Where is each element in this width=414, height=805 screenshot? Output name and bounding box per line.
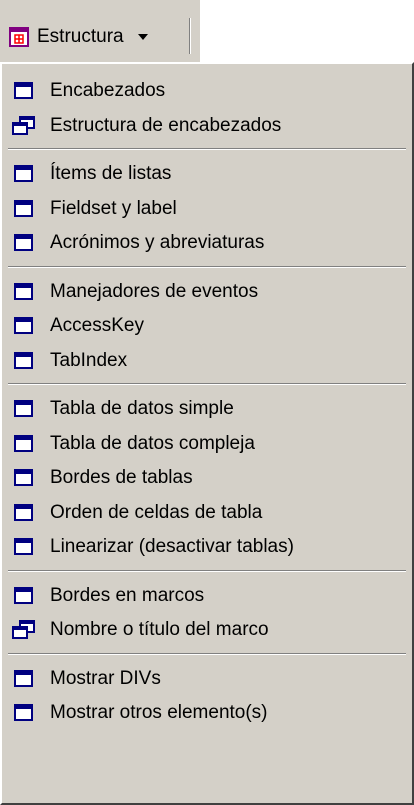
estructura-menu: Encabezados Estructura de encabezados Ítem… [0,62,414,805]
menu-item[interactable]: Acrónimos y abreviaturas [8,228,264,258]
menu-item[interactable]: Nombre o título del marco [8,615,269,645]
menu-separator [8,383,406,385]
menu-item[interactable]: Tabla de datos compleja [8,429,255,459]
menu-item-label: Fieldset y label [50,197,177,219]
window-icon [12,316,36,336]
menu-item[interactable]: AccessKey [8,311,144,341]
menu-item[interactable]: Manejadores de eventos [8,277,258,307]
toolbar: Estructura [0,0,200,62]
menu-item[interactable]: Mostrar DIVs [8,664,161,694]
menu-item-label: Mostrar DIVs [50,667,161,689]
menu-item[interactable]: Mostrar otros elemento(s) [8,698,268,728]
menu-item-label: Ítems de listas [50,163,172,184]
menu-item-label: Linearizar (desactivar tablas) [50,536,294,557]
window-icon [12,669,36,689]
menu-item-label: Encabezados [50,80,166,101]
estructura-dropdown-button[interactable]: Estructura [5,20,185,54]
menu-separator [8,148,406,150]
window-icon [12,399,36,419]
menu-separator [8,652,406,655]
window-icon [12,468,36,488]
menu-item-label: Tabla de datos compleja [50,432,255,454]
menu-item[interactable]: Encabezados [8,76,165,106]
menu-item-label: Nombre o título del marco [50,619,269,640]
cascade-windows-icon [12,620,36,640]
cascade-windows-icon [12,115,36,136]
estructura-label: Estructura [37,26,124,47]
menu-item-label: AccessKey [50,315,144,336]
chevron-down-icon [137,34,148,40]
menu-item[interactable]: Linearizar (desactivar tablas) [8,532,294,562]
menu-item-label: Mostrar otros elemento(s) [50,702,268,723]
menu-item[interactable]: Orden de celdas de tabla [8,498,262,528]
window-icon [12,164,36,184]
window-icon [12,434,36,454]
menu-item-label: Bordes en marcos [50,584,205,606]
window-icon [12,503,36,523]
window-icon [12,81,36,101]
frame-grid-icon [9,27,29,47]
menu-separator [8,265,406,268]
menu-item[interactable]: Bordes en marcos [8,581,204,611]
menu-item-label: Manejadores de eventos [50,280,259,302]
menu-item-label: Acrónimos y abreviaturas [50,232,265,253]
window-icon [12,537,36,557]
menu-item-label: Estructura de encabezados [50,114,282,136]
menu-item[interactable]: Bordes de tablas [8,463,193,493]
menu-item[interactable]: Fieldset y label [8,194,177,224]
window-icon [12,703,36,723]
menu-item-label: Orden de celdas de tabla [50,501,263,523]
window-icon [12,282,36,302]
window-icon [12,351,36,371]
toolbar-separator [189,18,191,54]
menu-item-label: Bordes de tablas [50,467,193,488]
menu-item-label: Tabla de datos simple [50,398,234,419]
menu-separator [8,569,406,572]
window-icon [12,199,36,219]
window-icon [12,233,36,253]
menu-item[interactable]: Tabla de datos simple [8,394,234,424]
menu-item[interactable]: TabIndex [8,346,127,376]
window-icon [12,586,36,606]
menu-item[interactable]: Estructura de encabezados [8,111,281,141]
menu-item-label: TabIndex [50,349,128,371]
menu-item[interactable]: Ítems de listas [8,159,171,189]
